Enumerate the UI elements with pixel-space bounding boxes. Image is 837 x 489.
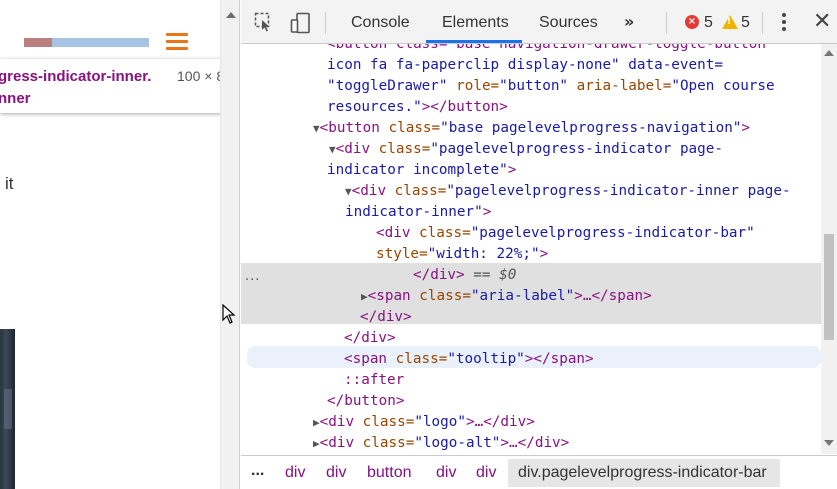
node-actions-ellipsis[interactable]: ...: [245, 266, 260, 287]
device-toolbar-icon[interactable]: [290, 12, 312, 34]
scroll-up-arrow-icon[interactable]: [824, 50, 834, 56]
dom-node-div-logo-alt[interactable]: ▶<div class="logo-alt">…</div>: [313, 433, 569, 454]
dom-node-line[interactable]: </div>: [360, 307, 412, 328]
page-progress-fill: [24, 38, 52, 47]
tab-console[interactable]: Console: [351, 14, 410, 32]
collapse-triangle-icon: ▼: [313, 122, 320, 135]
tooltip-selector-cont: nner: [0, 90, 31, 107]
warning-count[interactable]: 5: [741, 14, 750, 32]
dom-node-button-pagelevelprogress[interactable]: ▼<button class="base pagelevelprogress-n…: [313, 118, 750, 139]
tab-elements[interactable]: Elements: [442, 14, 509, 32]
expand-triangle-icon: ▶: [361, 290, 368, 303]
tooltip-selector: gress-indicator-inner.: [0, 68, 152, 85]
dom-node-line[interactable]: </div>: [344, 328, 396, 349]
expand-triangle-icon: ▶: [313, 416, 320, 429]
breadcrumb-more[interactable]: ...: [251, 462, 264, 480]
error-count[interactable]: 5: [704, 14, 713, 32]
more-tabs-chevron-icon[interactable]: »: [624, 12, 634, 31]
dom-node-line[interactable]: </div> == $0: [413, 265, 516, 286]
toolbar-separator: [762, 12, 763, 34]
dom-node-line[interactable]: icon fa fa-paperclip display-none" data-…: [327, 55, 723, 76]
error-icon[interactable]: ×: [685, 15, 699, 29]
dom-node-line[interactable]: indicator incomplete">: [327, 160, 516, 181]
active-tab-indicator: [426, 40, 522, 43]
page-text-fragment: it: [5, 174, 14, 193]
inspect-element-icon[interactable]: [254, 12, 274, 32]
breadcrumb-item-selected[interactable]: div.pagelevelprogress-indicator-bar: [518, 464, 767, 482]
tab-sources[interactable]: Sources: [539, 14, 598, 32]
breadcrumb-item[interactable]: div: [436, 464, 456, 482]
kebab-menu-icon[interactable]: [782, 13, 786, 34]
dom-node-line[interactable]: "toggleDrawer" role="button" aria-label=…: [327, 76, 775, 97]
collapse-triangle-icon: ▼: [345, 185, 352, 198]
collapse-triangle-icon: ▼: [329, 143, 336, 156]
dom-node-pseudo-after[interactable]: ::after: [344, 370, 404, 391]
dom-node-div-indicator-inner[interactable]: ▼<div class="pagelevelprogress-indicator…: [345, 181, 791, 202]
dom-node-span-tooltip[interactable]: <span class="tooltip"></span>: [344, 349, 594, 370]
dom-node-line[interactable]: <button class="base navigation-drawer-to…: [327, 44, 766, 55]
scroll-down-arrow-icon[interactable]: [824, 440, 834, 446]
page-image: [0, 329, 15, 489]
toolbar-separator: [325, 12, 326, 34]
close-devtools-icon[interactable]: ✕: [813, 9, 831, 34]
dom-node-line[interactable]: style="width: 22%;">: [376, 244, 548, 265]
dom-node-line[interactable]: resources."></button>: [327, 97, 508, 118]
dom-node-div-indicator-bar[interactable]: <div class="pagelevelprogress-indicator-…: [376, 223, 755, 244]
dom-node-div-indicator[interactable]: ▼<div class="pagelevelprogress-indicator…: [329, 139, 723, 160]
devtools-panel: Console Elements Sources » × 5 ! 5 ✕ ...…: [241, 0, 837, 489]
dom-node-div-logo[interactable]: ▶<div class="logo">…</div>: [313, 412, 535, 433]
dom-tree[interactable]: ... <button class="base navigation-drawe…: [241, 44, 821, 454]
scrollbar-thumb[interactable]: [824, 234, 834, 340]
breadcrumb-item[interactable]: div: [285, 464, 305, 482]
toolbar-separator: [666, 12, 667, 34]
breadcrumb-item[interactable]: div: [326, 464, 346, 482]
inspected-page: gress-indicator-inner. 100 × 8 nner it: [0, 0, 220, 489]
breadcrumb: ... div div button div div div.pagelevel…: [241, 455, 837, 489]
devtools-toolbar: Console Elements Sources » × 5 ! 5 ✕: [241, 0, 837, 44]
dom-node-line[interactable]: indicator-inner">: [345, 202, 491, 223]
page-progress-bar: [24, 38, 149, 47]
mouse-cursor-icon: [222, 304, 236, 324]
breadcrumb-item[interactable]: div: [476, 464, 496, 482]
element-inspect-tooltip: gress-indicator-inner. 100 × 8 nner: [0, 59, 220, 113]
dom-node-span-aria-label[interactable]: ▶<span class="aria-label">…</span>: [361, 286, 652, 307]
breadcrumb-item[interactable]: button: [367, 464, 411, 482]
hamburger-menu-icon[interactable]: [166, 33, 188, 51]
expand-triangle-icon: ▶: [313, 437, 320, 450]
page-scrollbar[interactable]: [220, 0, 240, 489]
dom-node-line[interactable]: </button>: [327, 391, 404, 412]
dom-tree-scrollbar[interactable]: [821, 44, 837, 454]
tooltip-dimensions: 100 × 8: [177, 68, 220, 84]
scroll-up-arrow-icon[interactable]: [226, 12, 236, 18]
